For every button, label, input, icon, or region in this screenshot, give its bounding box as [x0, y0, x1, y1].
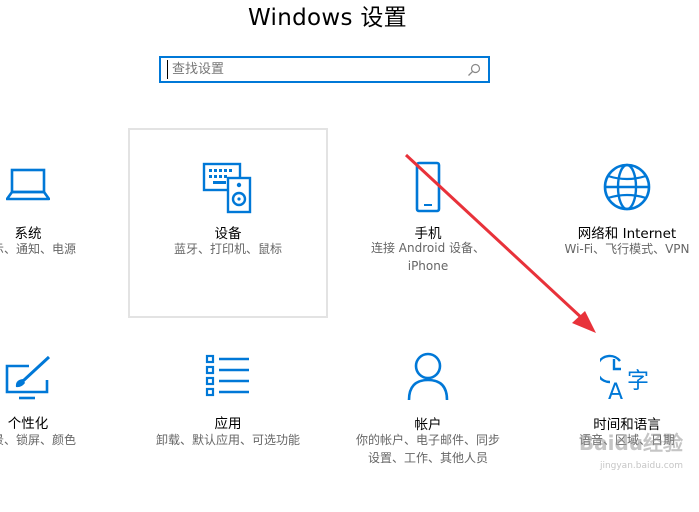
tile-apps[interactable]: 应用 卸载、默认应用、可选功能 [128, 322, 328, 512]
tile-phone-desc: 连接 Android 设备、 [370, 241, 486, 255]
watermark: Baidu经验 [578, 431, 683, 455]
tile-network[interactable]: 网络和 Internet Wi-Fi、飞行模式、VPN [527, 128, 699, 318]
brush-icon [5, 355, 51, 400]
tile-system-label: 系统 [14, 226, 42, 242]
laptop-icon [6, 168, 50, 201]
tile-system[interactable]: 系统 显示、通知、电源 [0, 128, 128, 318]
tile-system-desc: 显示、通知、电源 [0, 242, 76, 256]
tile-apps-desc: 卸载、默认应用、可选功能 [155, 433, 300, 447]
tile-phone-desc-2: iPhone [407, 259, 449, 273]
tile-personalization-label: 个性化 [7, 416, 49, 432]
tile-personalization[interactable]: 个性化 背景、锁屏、颜色 [0, 322, 128, 512]
clock-language-icon: A 字 [600, 354, 649, 402]
tile-phone[interactable]: 手机 连接 Android 设备、 iPhone [328, 128, 528, 318]
tile-network-desc: Wi-Fi、飞行模式、VPN [564, 242, 690, 256]
tile-time-language[interactable]: A 字 时间和语言 语音、区域、日期 [527, 322, 699, 512]
svg-text:字: 字 [627, 369, 649, 394]
svg-text:A: A [608, 380, 623, 402]
tile-accounts[interactable]: 帐户 你的帐户、电子邮件、同步 设置、工作、其他人员 [328, 322, 528, 512]
tile-devices[interactable]: 设备 蓝牙、打印机、鼠标 [128, 128, 328, 318]
tile-devices-desc: 蓝牙、打印机、鼠标 [173, 242, 282, 256]
search-icon[interactable] [467, 63, 481, 77]
tile-accounts-desc-2: 设置、工作、其他人员 [367, 451, 488, 465]
phone-icon [415, 161, 441, 213]
tile-devices-label: 设备 [214, 226, 242, 242]
search-box[interactable] [159, 56, 490, 83]
tile-network-label: 网络和 Internet [577, 226, 677, 242]
watermark-sub: jingyan.baidu.com [599, 461, 683, 471]
globe-icon [603, 163, 651, 211]
tile-personalization-desc: 背景、锁屏、颜色 [0, 433, 76, 447]
tile-apps-label: 应用 [214, 416, 242, 432]
person-icon [407, 352, 449, 401]
page-title: Windows 设置 [248, 5, 407, 31]
list-icon [205, 354, 249, 397]
keyboard-speaker-icon [202, 162, 252, 214]
tile-accounts-label: 帐户 [414, 417, 442, 433]
tile-accounts-desc: 你的帐户、电子邮件、同步 [355, 433, 500, 447]
search-input[interactable] [167, 60, 462, 79]
